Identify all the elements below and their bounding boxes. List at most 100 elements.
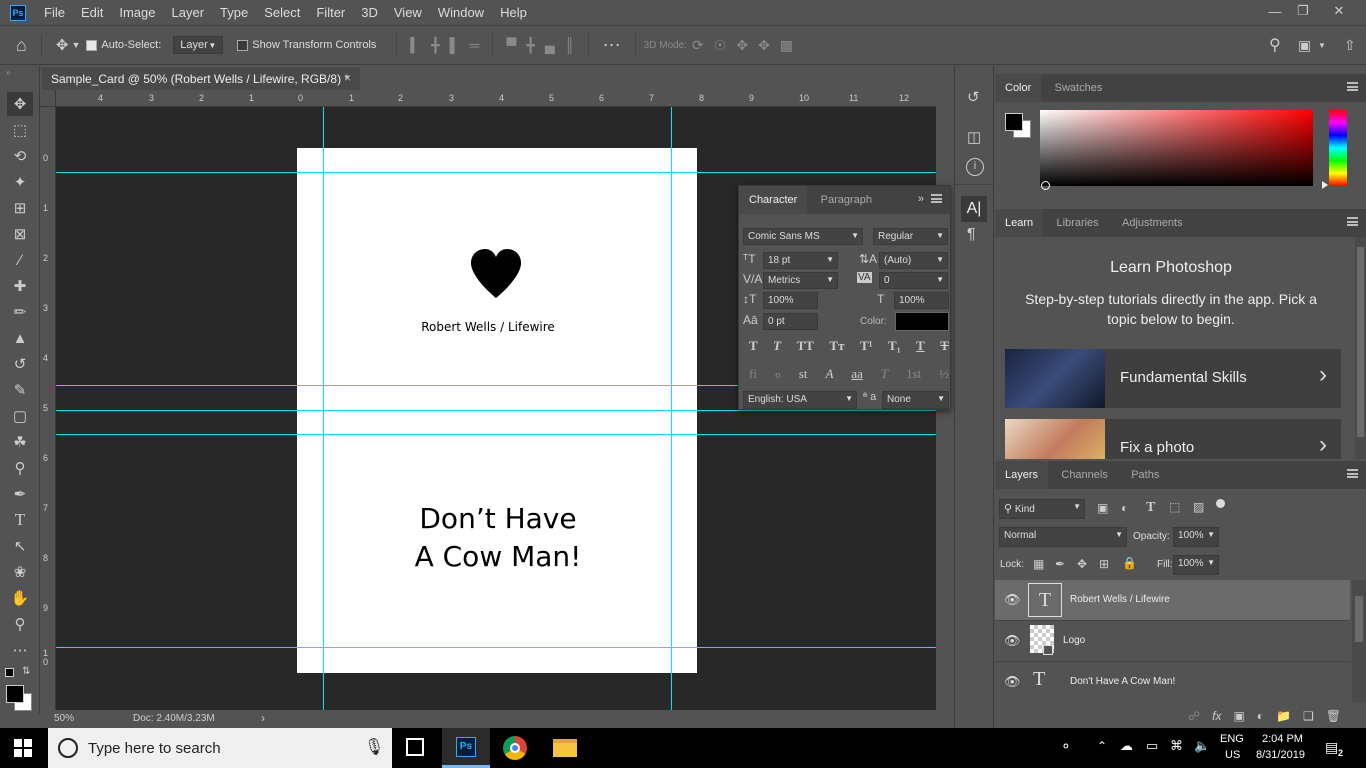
crop-tool-icon[interactable]: ⊞ [7, 196, 33, 220]
panel-menu-icon[interactable] [1347, 82, 1358, 91]
tab-libraries[interactable]: Libraries [1046, 209, 1108, 237]
visibility-eye-icon[interactable]: 👁 [1004, 633, 1021, 649]
text-color-swatch[interactable] [895, 312, 949, 331]
move-tool-icon[interactable]: ✥ [7, 92, 33, 116]
edit-toolbar-icon[interactable]: ⋯ [7, 638, 33, 662]
menu-select[interactable]: Select [256, 0, 308, 25]
old-style-button[interactable]: ℴ [775, 366, 781, 382]
stylistic-alternates-button[interactable]: aa [851, 366, 863, 382]
healing-brush-icon[interactable]: ✚ [7, 274, 33, 298]
slide-3d-icon[interactable]: ✥ [758, 37, 770, 54]
windows-start-icon[interactable] [14, 739, 32, 757]
expand-icon[interactable]: » [918, 193, 924, 205]
foreground-color-swatch[interactable] [1005, 113, 1023, 131]
more-options-icon[interactable]: ⋯ [603, 35, 621, 56]
tab-character[interactable]: Character [739, 186, 808, 214]
cloud-icon[interactable]: ☁ [1120, 738, 1133, 754]
search-icon[interactable]: ⚲ [1269, 35, 1281, 55]
subscript-button[interactable]: T₁ [888, 338, 901, 354]
camera-3d-icon[interactable]: ▩ [780, 37, 793, 54]
drag-3d-icon[interactable]: ✥ [736, 37, 748, 54]
align-left-icon[interactable]: ▍ [410, 37, 421, 54]
zoom-tool-icon[interactable]: ⚲ [7, 612, 33, 636]
menu-image[interactable]: Image [111, 0, 163, 25]
font-family-select[interactable]: Comic Sans MS ▼ [743, 228, 863, 245]
taskbar-photoshop[interactable]: Ps [442, 728, 490, 768]
minimize-icon[interactable]: — [1260, 0, 1290, 22]
all-caps-button[interactable]: TT [797, 338, 814, 354]
filter-shape-icon[interactable]: ⬚ [1169, 500, 1180, 514]
language-top[interactable]: ENG [1220, 733, 1244, 745]
tracking-field[interactable]: 0 ▼ [879, 272, 948, 289]
restore-icon[interactable]: ❐ [1288, 0, 1318, 22]
fractions-button[interactable]: ½ [939, 366, 949, 382]
align-center-icon[interactable]: ╋ [431, 37, 439, 54]
pen-tool-icon[interactable]: ✒ [7, 482, 33, 506]
layer-name[interactable]: Don't Have A Cow Man! [1070, 676, 1175, 687]
fill-field[interactable]: 100% ▼ [1173, 555, 1219, 575]
baseline-shift-field[interactable]: 0 pt [763, 313, 818, 330]
vertical-scale-field[interactable]: 100% [763, 292, 818, 309]
foreground-color-swatch[interactable] [6, 685, 24, 703]
zoom-level[interactable]: 50% [54, 713, 74, 724]
chrome-icon[interactable] [503, 736, 527, 760]
underline-button[interactable]: T [916, 338, 925, 354]
hand-tool-icon[interactable]: ✋ [7, 586, 33, 610]
color-field[interactable] [1040, 110, 1313, 186]
discretionary-ligatures-button[interactable]: st [799, 366, 808, 382]
workspace-icon[interactable]: ▣ [1298, 37, 1311, 54]
ligatures-button[interactable]: fi [749, 366, 757, 382]
panel-menu-icon[interactable] [1347, 469, 1358, 478]
hue-slider[interactable] [1329, 110, 1347, 186]
character-panel-icon[interactable]: A| [961, 196, 987, 222]
layer-filter-select[interactable]: ⚲ Kind ▼ [999, 499, 1085, 519]
guide-horizontal[interactable] [56, 172, 936, 173]
faux-italic-button[interactable]: T [773, 338, 781, 354]
workspace-chevron-icon[interactable]: ▼ [1318, 41, 1326, 50]
new-group-icon[interactable]: 📁 [1276, 709, 1291, 723]
layers-scrollbar[interactable] [1352, 580, 1366, 702]
panel-menu-icon[interactable] [1347, 217, 1358, 226]
heart-logo[interactable] [470, 248, 522, 300]
kerning-field[interactable]: Metrics ▼ [763, 272, 838, 289]
tab-paths[interactable]: Paths [1121, 461, 1169, 489]
learn-card-fundamentals[interactable]: Fundamental Skills › [1005, 349, 1341, 408]
taskbar-search-box[interactable]: Type here to search 🎙 [48, 728, 392, 768]
blend-mode-select[interactable]: Normal ▼ [999, 527, 1127, 547]
distribute-icon[interactable]: ═ [470, 37, 480, 53]
lock-position-icon[interactable]: ✥ [1077, 557, 1087, 571]
auto-select-dropdown[interactable]: Layer ▼ [173, 36, 224, 54]
visibility-eye-icon[interactable]: 👁 [1004, 674, 1021, 690]
paragraph-panel-icon[interactable]: ¶ [967, 226, 976, 244]
shape-tool-icon[interactable]: ❀ [7, 560, 33, 584]
font-style-select[interactable]: Regular ▼ [873, 228, 948, 245]
tab-layers[interactable]: Layers [995, 461, 1049, 489]
notifications-icon[interactable]: ▤ [1325, 739, 1338, 756]
clock-time[interactable]: 2:04 PM [1262, 733, 1303, 745]
link-layers-icon[interactable]: ☍ [1188, 709, 1200, 723]
clock-date[interactable]: 8/31/2019 [1256, 749, 1305, 761]
hue-slider-handle[interactable] [1322, 181, 1328, 189]
visibility-eye-icon[interactable]: 👁 [1004, 592, 1021, 608]
tab-adjustments[interactable]: Adjustments [1112, 209, 1193, 237]
history-icon[interactable]: ↺ [967, 88, 980, 106]
superscript-button[interactable]: T¹ [860, 338, 873, 354]
ordinals-button[interactable]: 1st [906, 366, 921, 382]
people-icon[interactable]: ⚬ [1060, 738, 1072, 755]
eyedropper-icon[interactable]: ∕ [7, 248, 33, 272]
antialias-select[interactable]: None ▼ [882, 391, 949, 409]
leading-field[interactable]: (Auto) ▼ [879, 252, 948, 269]
color-picker-cursor[interactable] [1041, 181, 1050, 190]
ruler-origin[interactable] [40, 90, 56, 107]
microphone-icon[interactable]: 🎙 [364, 737, 384, 757]
align-top-icon[interactable]: ▀ [506, 37, 516, 53]
layer-row[interactable]: 👁 Logo [995, 621, 1350, 662]
lasso-tool-icon[interactable]: ⟲ [7, 144, 33, 168]
menu-edit[interactable]: Edit [73, 0, 111, 25]
lock-artboard-icon[interactable]: ⊞ [1099, 557, 1109, 571]
layer-row[interactable]: 👁 T Don't Have A Cow Man! [995, 662, 1350, 702]
clone-stamp-icon[interactable]: ▲ [7, 326, 33, 350]
headline-text[interactable]: Don’t Have A Cow Man! [297, 500, 699, 576]
learn-card-fix-photo[interactable]: Fix a photo › [1005, 419, 1341, 459]
layer-name[interactable]: Logo [1063, 635, 1085, 646]
